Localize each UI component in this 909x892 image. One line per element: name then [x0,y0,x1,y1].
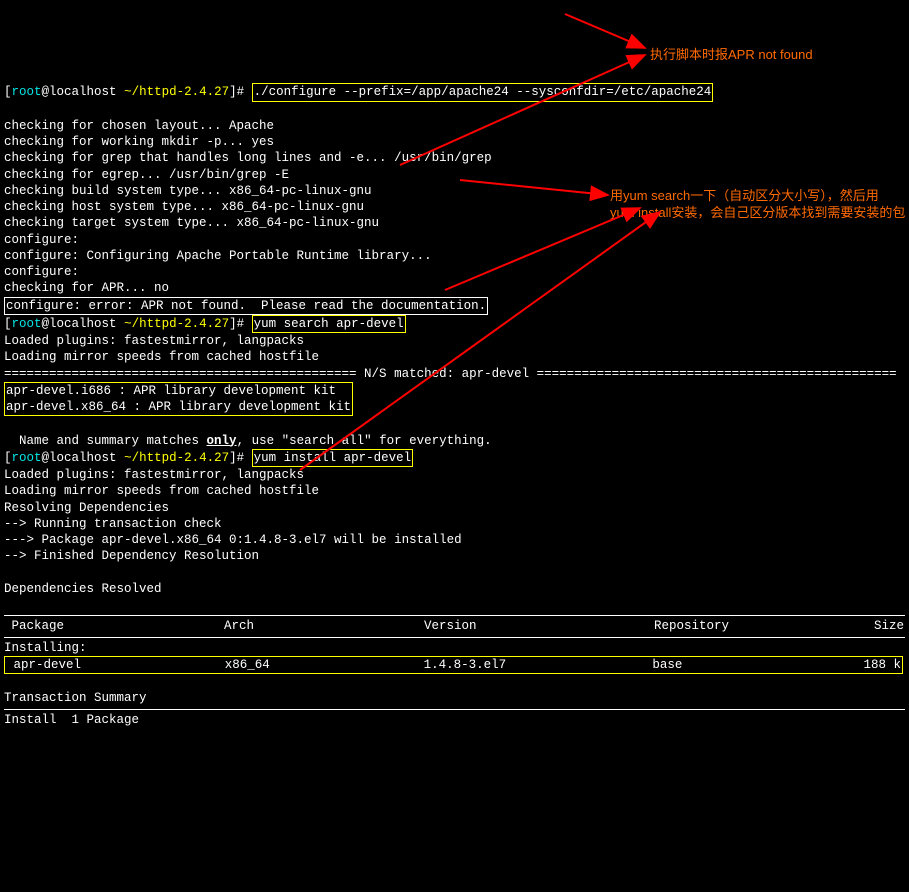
configure-error: configure: error: APR not found. Please … [6,299,486,313]
prompt-host: localhost [49,85,117,99]
prompt-line-3: [root@localhost ~/httpd-2.4.27]# [4,451,252,465]
prompt-line-1: [root@localhost ~/httpd-2.4.27]# [4,85,252,99]
annotation-yum-search: 用yum search一下（自动区分大小写），然后用yum install安装，… [610,188,909,222]
install-row-box: apr-develx86_641.4.8-3.el7base188 k [4,656,903,674]
prompt-line-2: [root@localhost ~/httpd-2.4.27]# [4,317,252,331]
cmd-yum-install: yum install apr-devel [254,451,412,465]
divider [4,637,905,638]
cmd-configure-box: ./configure --prefix=/app/apache24 --sys… [252,83,714,101]
prompt-user: root [12,85,42,99]
cmd-yum-search: yum search apr-devel [254,317,404,331]
yum-loading: Loading mirror speeds from cached hostfi… [4,350,319,364]
cmd-yum-search-box: yum search apr-devel [252,315,406,333]
prompt-dir: ~/httpd-2.4.27 [124,85,229,99]
cmd-yum-install-box: yum install apr-devel [252,449,414,467]
configure-error-box: configure: error: APR not found. Please … [4,297,488,315]
install-count: Install 1 Package [4,713,139,727]
annotation-apr-not-found: 执行脚本时报APR not found [650,47,813,64]
divider [4,709,905,710]
match-line: ========================================… [4,367,897,381]
installing-label: Installing: [4,641,87,655]
terminal: [root@localhost ~/httpd-2.4.27]# ./confi… [0,65,909,730]
table-header: PackageArchVersionRepositorySize [4,618,905,634]
cmd-configure: ./configure --prefix=/app/apache24 --sys… [254,85,712,99]
search-results-box: apr-devel.i686 : APR library development… [4,382,353,417]
yum-loaded: Loaded plugins: fastestmirror, langpacks [4,334,304,348]
divider [4,615,905,616]
transaction-summary: Transaction Summary [4,691,147,705]
